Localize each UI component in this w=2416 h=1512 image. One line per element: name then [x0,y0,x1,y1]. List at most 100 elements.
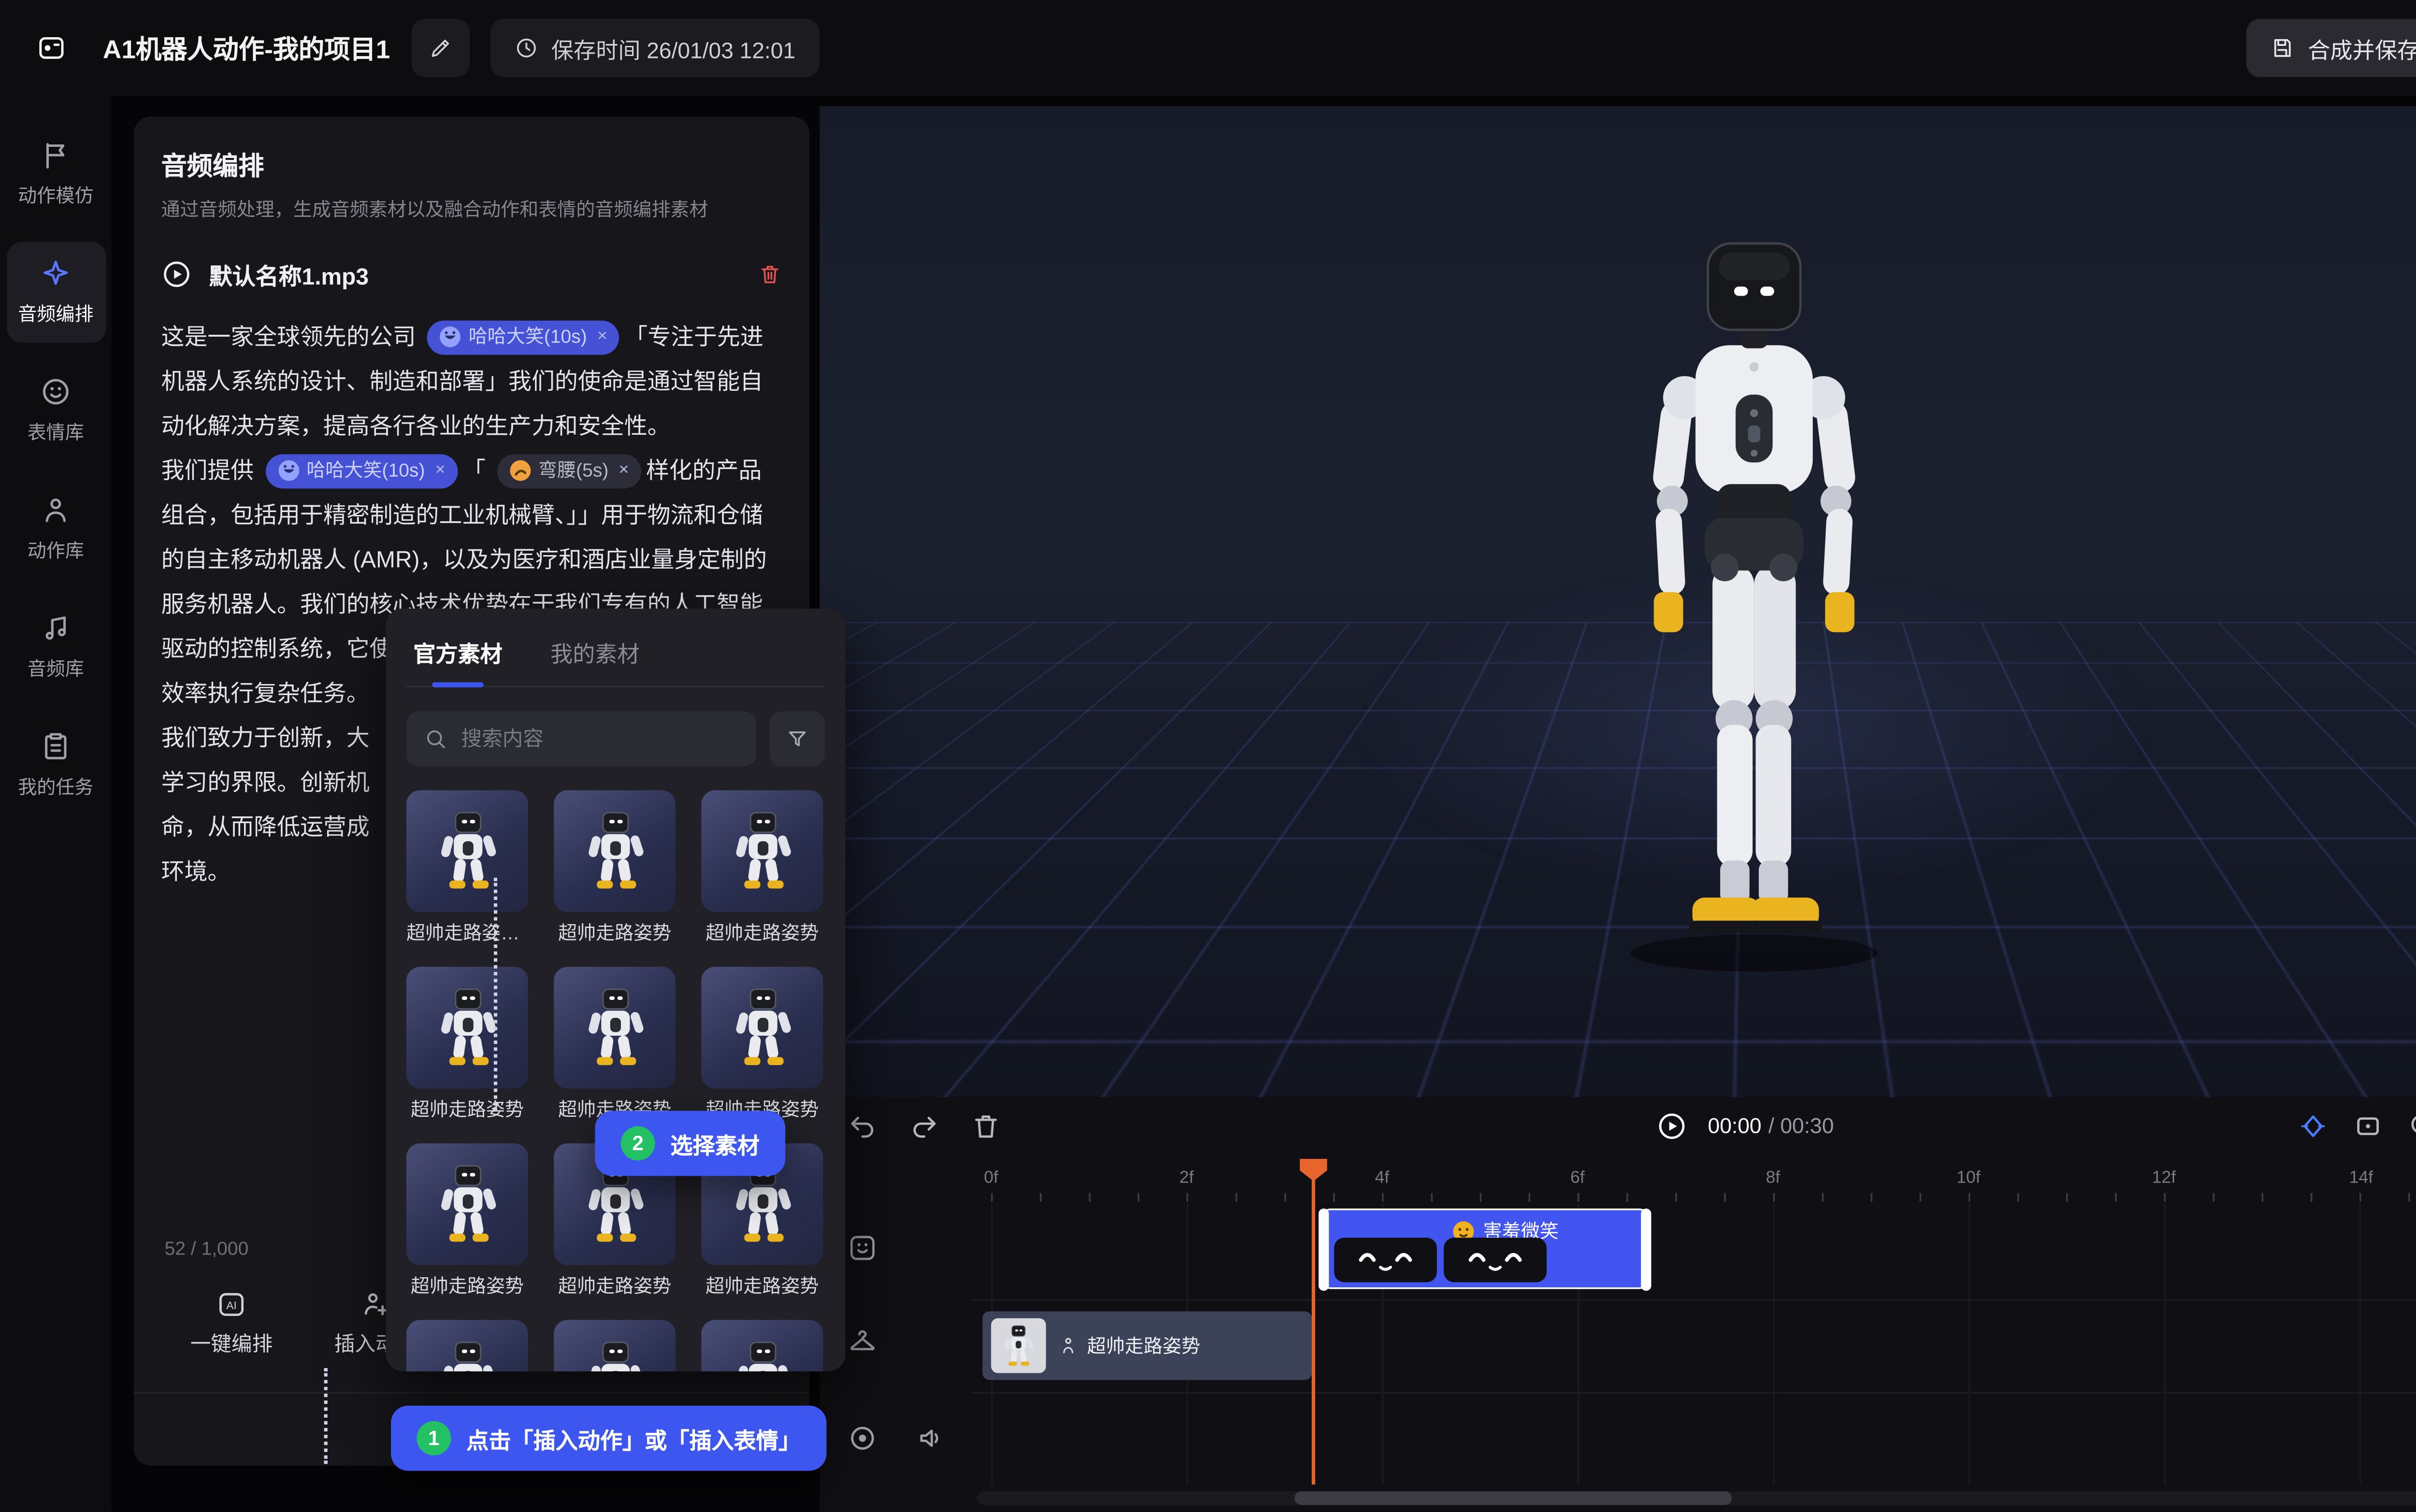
synthesize-save-button[interactable]: 合成并保存 [2246,19,2416,77]
clip-resize-handle-left[interactable] [1319,1208,1329,1290]
record-icon [847,1423,878,1454]
undo-button[interactable] [847,1111,878,1141]
material-search[interactable] [406,712,756,767]
sidebar-item-label: 动作模仿 [18,182,93,209]
material-card[interactable] [554,1320,676,1371]
material-label: 超帅走路姿势... [406,919,528,946]
step-number-badge: 2 [621,1126,655,1160]
material-card[interactable]: 超帅走路姿势 [554,967,676,1123]
flag-icon [40,139,72,171]
audio-play-button[interactable] [161,258,192,289]
mute-audio-button[interactable] [916,1423,947,1454]
synthesize-save-label: 合成并保存 [2308,32,2416,64]
sidebar-item-motion-imitation[interactable]: 动作模仿 [6,123,105,224]
robot-model[interactable] [1523,182,1985,984]
playhead-line [1312,1172,1315,1484]
save-time-label: 保存时间 26/01/03 12:01 [551,32,795,64]
delete-clip-button[interactable] [971,1111,1002,1141]
play-button[interactable] [1656,1111,1687,1141]
sidebar-item-audio-arrange[interactable]: 音频编排 [6,242,105,342]
time-display: 00:00/ 00:30 [1708,1114,1834,1139]
sidebar-item-label: 表情库 [28,418,84,446]
material-card[interactable] [406,1320,528,1371]
material-thumbnail [554,790,676,912]
expression-frames [1334,1238,1547,1282]
record-audio-button[interactable] [847,1423,878,1454]
ai-box-icon: AI [216,1289,247,1320]
material-label: 超帅走路姿势 [554,1272,676,1299]
trash-icon [971,1111,1002,1141]
viewport-3d[interactable]: Y Z [820,106,2416,1097]
one-click-arrange-button[interactable]: AI 一键编排 [178,1289,285,1358]
panel-title: 音频编排 [161,147,782,184]
material-thumbnail [554,1320,676,1371]
edit-title-button[interactable] [411,19,469,77]
ruler-label: 8f [1766,1169,1780,1188]
material-card[interactable]: 超帅走路姿势 [701,967,823,1123]
sidebar: 动作模仿 音频编排 表情库 动作库 音频库 我的任务 [0,96,112,1512]
material-thumbnail [701,1320,823,1371]
onboarding-step-1: 1 点击「插入动作」或「插入表情」 [391,1406,826,1471]
emotion-tag-laugh[interactable]: 哈哈大笑(10s)× [428,320,619,355]
bend-emoji-icon [509,460,532,483]
audio-file-name: 默认名称1.mp3 [209,257,369,291]
laugh-emoji-icon [277,460,300,483]
sidebar-item-action-library[interactable]: 动作库 [6,478,105,579]
timeline-scrollbar[interactable] [978,1491,2416,1505]
panel-divider [134,1392,809,1394]
text-run: 这是一家全球领先的公司 [161,323,422,349]
tab-my-materials[interactable]: 我的素材 [550,636,640,669]
material-tabs: 官方素材 我的素材 [406,632,825,687]
emotion-tag-laugh[interactable]: 哈哈大笑(10s)× [265,454,457,488]
sparkle-icon [40,257,72,289]
material-card[interactable]: 超帅走路姿势 [701,790,823,946]
app: A1机器人动作-我的项目1 保存时间 26/01/03 12:01 合成并保存 … [0,0,2416,1512]
material-card[interactable] [701,1320,823,1371]
material-thumbnail [406,790,528,912]
ruler-label: 0f [984,1169,998,1188]
timeline-scrollbar-thumb[interactable] [1294,1491,1732,1505]
hanger-icon [847,1328,878,1359]
ruler-label: 2f [1179,1169,1194,1188]
smiley-icon [847,1232,878,1263]
material-thumbnail [701,967,823,1088]
action-clip[interactable]: 超帅走路姿势 [982,1312,1311,1380]
expression-clip[interactable]: 害羞微笑 [1320,1209,1649,1289]
tag-label: 弯腰(5s) [538,449,608,494]
filter-button[interactable] [770,712,825,767]
timeline: 0f 2f 4f 6f 8f 10f 12f 14f 16f 超帅走路姿势 害羞… [820,1155,2416,1512]
preview-toggle-button[interactable] [2353,1111,2384,1141]
tag-label: 哈哈大笑(10s) [306,449,425,494]
tag-close-icon[interactable]: × [619,449,629,494]
playback-bar: 00:00/ 00:30 [820,1097,2416,1155]
clipboard-icon [40,730,72,763]
material-search-input[interactable] [461,727,739,751]
char-count: 52 / 1,000 [165,1240,249,1260]
sidebar-item-expression-library[interactable]: 表情库 [6,360,105,461]
material-thumbnail [554,967,676,1088]
material-card[interactable]: 超帅走路姿势 [406,967,528,1123]
action-tag-bend[interactable]: 弯腰(5s)× [497,454,641,488]
material-card[interactable]: 超帅走路姿势 [406,1143,528,1299]
insert-keyframe-button[interactable] [2298,1111,2329,1141]
trash-icon [758,261,782,285]
zoom-out-icon [2407,1111,2416,1141]
material-thumbnail [406,1320,528,1371]
zoom-out-button[interactable] [2407,1111,2416,1141]
sidebar-item-label: 音频编排 [18,300,93,328]
action-track-button[interactable] [847,1328,878,1359]
clip-resize-handle-right[interactable] [1641,1208,1651,1290]
tab-official-materials[interactable]: 官方素材 [413,636,503,669]
sidebar-item-my-tasks[interactable]: 我的任务 [6,715,105,816]
redo-button[interactable] [909,1111,940,1141]
expression-track-button[interactable] [847,1232,878,1263]
material-card[interactable]: 超帅走路姿势 [554,790,676,946]
ruler-label: 12f [2152,1169,2176,1188]
delete-audio-button[interactable] [758,261,782,285]
tag-close-icon[interactable]: × [597,315,607,360]
material-card[interactable]: 超帅走路姿势... [406,790,528,946]
sidebar-item-audio-library[interactable]: 音频库 [6,597,105,698]
step-number-badge: 1 [417,1421,451,1455]
ruler-ticks [991,1193,2416,1202]
tag-close-icon[interactable]: × [435,449,446,494]
